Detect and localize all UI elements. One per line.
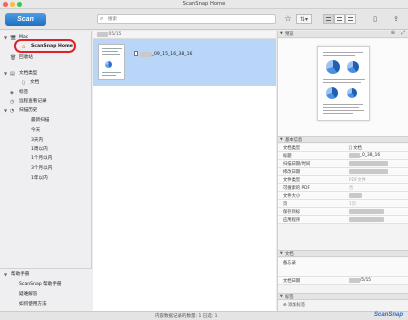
help-header[interactable]: ▼ 帮助手册 <box>0 271 92 279</box>
expand-icon[interactable]: ⤢ <box>401 30 405 36</box>
sidebar-item-1month[interactable]: 1个月以内 <box>0 155 92 163</box>
sidebar-item-1year[interactable]: 1年以内 <box>0 175 92 183</box>
history-icon: ◷ <box>10 99 15 105</box>
status-bar: 内容数据记录的数量: 1 已选: 1 ScanSnap <box>0 311 408 320</box>
help-section: ▼ 帮助手册 ScanSnap 帮助手册 疑难解答 如何使用方法 <box>0 268 92 311</box>
document-thumbnail[interactable] <box>98 44 125 80</box>
document-preview[interactable] <box>317 46 370 121</box>
help-item-troubleshooting[interactable]: 疑难解答 <box>0 291 92 299</box>
prop-memo[interactable]: 备忘录 <box>278 258 408 277</box>
prop-file-type: 文件类型 PDF文件 <box>278 176 408 184</box>
share-icon[interactable]: ⇪ <box>391 14 401 24</box>
prop-doc-date[interactable]: 文档日期 2018/5/15 <box>278 277 408 285</box>
basic-info-section-header[interactable]: ▼ 基本信息 <box>278 136 408 143</box>
detail-view-button[interactable] <box>345 14 356 24</box>
grid-view-button[interactable] <box>334 14 345 24</box>
preview-section-header[interactable]: ▼ 预览 ⊕ ⤢ <box>278 30 408 38</box>
disclosure-triangle-icon[interactable]: ▼ <box>280 137 283 141</box>
tags-section-header[interactable]: ▼ 标签 <box>278 293 408 300</box>
title-bar: ScanSnap Home <box>0 0 408 9</box>
date-group-header: 201805/15 <box>93 31 276 39</box>
document-section-header[interactable]: ▼ 文档 <box>278 250 408 257</box>
clock-icon: ◔ <box>10 108 15 114</box>
disclosure-triangle-icon[interactable]: ▼ <box>4 70 7 78</box>
sidebar-item-latest[interactable]: 最新扫描 <box>0 117 92 125</box>
zoom-in-icon[interactable]: ⊕ <box>391 30 395 36</box>
prop-pages: 页 1页 <box>278 200 408 208</box>
prop-scan-datetime: 扫描日期/时间 2018/05/15 16:38 <box>278 160 408 168</box>
add-icon: ⊕ <box>283 303 287 308</box>
pie-chart-icon <box>105 61 112 68</box>
toolbar: Scan ⌕ ☆ ⇅▾ ▯ ⇪ <box>0 9 408 30</box>
sidebar-item-remote-history[interactable]: ◷ 远程查看记录 <box>0 98 92 106</box>
doc-type-icon: ▤ <box>10 71 15 77</box>
sidebar-item-document[interactable]: ▯ 文档 <box>0 79 92 87</box>
date-group-label: 201805/15 <box>97 32 121 37</box>
document-icon: ▯ <box>349 145 352 151</box>
star-icon[interactable]: ☆ <box>283 14 293 24</box>
list-view-button[interactable] <box>323 14 334 24</box>
prop-application: 应用程序 ScanSnap Home <box>278 216 408 224</box>
info-panel: ▼ 预览 ⊕ ⤢ ▼ 基本信息 文档类型 ▯ 文档 标题 2018_0_38_1… <box>277 30 408 311</box>
document-name: 2018_09_15_16_38_16 <box>134 51 192 57</box>
sidebar-item-3days[interactable]: 3天内 <box>0 137 92 145</box>
prop-modified: 修改日期 2018/05/15 16:38 <box>278 168 408 176</box>
highlight-annotation <box>14 39 76 53</box>
disclosure-triangle-icon[interactable]: ▼ <box>280 251 283 255</box>
disclosure-triangle-icon[interactable]: ▼ <box>280 294 283 298</box>
pie-chart-icon <box>347 88 357 98</box>
panel-toggle-icon[interactable]: ▯ <box>370 14 380 24</box>
document-icon: ▯ <box>22 80 25 86</box>
prop-save-target: 保存目标 ScanSnap Home <box>278 208 408 216</box>
content-row-selected[interactable]: 2018_09_15_16_38_16 <box>93 39 276 86</box>
search-input[interactable] <box>108 16 268 23</box>
disclosure-triangle-icon[interactable]: ▼ <box>4 107 7 115</box>
preview-area <box>278 39 408 136</box>
sidebar-item-scan-history[interactable]: ▼ ◔ 扫描历史 <box>0 107 92 115</box>
prop-searchable-pdf: 可搜索的 PDF 否 <box>278 184 408 192</box>
prop-doc-type[interactable]: 文档类型 ▯ 文档 <box>278 144 408 152</box>
sidebar-item-3months[interactable]: 3个月以内 <box>0 165 92 173</box>
pie-chart-icon <box>347 61 359 73</box>
sidebar-item-tags[interactable]: ◈ 标签 <box>0 89 92 97</box>
content-list: 201805/15 2018_09_15_16_38_16 <box>93 31 276 311</box>
help-item-manual[interactable]: ScanSnap 帮助手册 <box>0 281 92 289</box>
disclosure-triangle-icon[interactable]: ▼ <box>280 31 283 35</box>
window-title: ScanSnap Home <box>182 1 226 7</box>
sidebar-item-trash[interactable]: 🗑 回收站 <box>0 54 92 62</box>
trash-icon: 🗑 <box>10 55 17 61</box>
pie-chart-icon <box>326 87 338 99</box>
pdf-file-icon <box>134 51 138 56</box>
tag-icon: ◈ <box>10 90 14 96</box>
sidebar-item-today[interactable]: 今天 <box>0 127 92 135</box>
search-icon: ⌕ <box>100 15 104 22</box>
help-item-how-to[interactable]: 如何使用方法 <box>0 301 92 309</box>
sidebar-item-1week[interactable]: 1周以内 <box>0 146 92 154</box>
search-field[interactable]: ⌕ <box>97 14 276 24</box>
scan-button[interactable]: Scan <box>5 13 46 26</box>
sort-icon[interactable]: ⇅▾ <box>296 14 312 24</box>
sidebar-item-doc-type[interactable]: ▼ ▤ 文档类型 <box>0 70 92 78</box>
prop-title[interactable]: 标题 2018_0_38_16 <box>278 152 408 160</box>
pie-chart-icon <box>326 60 340 74</box>
prop-file-size: 文件大小 00 KB <box>278 192 408 200</box>
add-tag-button[interactable]: ⊕ 添加标签 <box>283 302 305 308</box>
scansnap-logo: ScanSnap <box>373 312 403 318</box>
status-text: 内容数据记录的数量: 1 已选: 1 <box>155 314 218 319</box>
disclosure-triangle-icon[interactable]: ▼ <box>4 271 7 279</box>
disclosure-triangle-icon[interactable]: ▼ <box>4 34 7 42</box>
